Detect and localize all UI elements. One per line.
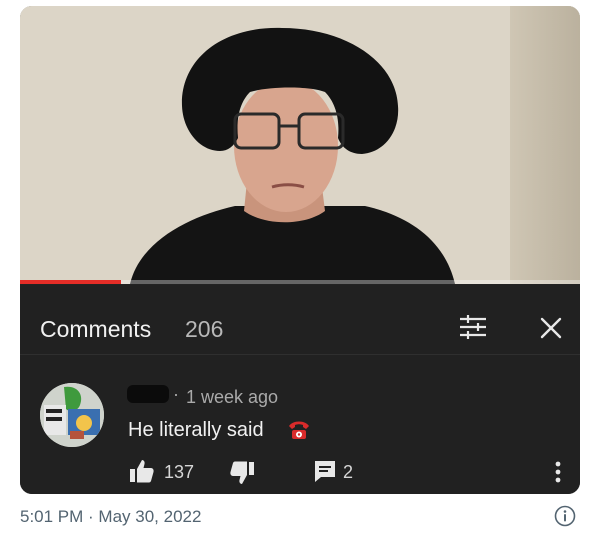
video-shadow bbox=[510, 6, 580, 284]
avatar[interactable] bbox=[40, 383, 104, 447]
video-player[interactable] bbox=[20, 6, 580, 284]
thumbs-up-icon[interactable] bbox=[128, 457, 156, 485]
author-name-redacted bbox=[127, 385, 169, 403]
comments-count: 206 bbox=[185, 316, 224, 342]
comment-item: · 1 week ago He literally said 137 2 bbox=[20, 377, 580, 494]
video-progress-bar[interactable] bbox=[20, 280, 580, 284]
telephone-icon bbox=[286, 417, 312, 443]
post-timestamp[interactable]: 5:01 PM · May 30, 2022 bbox=[20, 507, 201, 527]
meta-separator: · bbox=[173, 384, 179, 404]
comments-title: Comments bbox=[40, 316, 152, 342]
thumbs-down-icon[interactable] bbox=[228, 459, 256, 487]
like-count: 137 bbox=[164, 462, 195, 482]
comments-panel: Comments 206 · 1 week ago He literally s… bbox=[20, 285, 580, 494]
comment-time[interactable]: 1 week ago bbox=[186, 387, 278, 408]
comment-actions: 137 2 bbox=[20, 457, 580, 493]
reply-icon[interactable] bbox=[312, 458, 338, 484]
video-comment-screenshot: Comments 206 · 1 week ago He literally s… bbox=[20, 6, 580, 494]
more-options-icon[interactable] bbox=[552, 459, 564, 485]
close-icon[interactable] bbox=[536, 313, 566, 343]
video-frame bbox=[20, 6, 580, 284]
comment-text: He literally said bbox=[128, 419, 264, 441]
comments-header: Comments 206 bbox=[20, 285, 580, 355]
reply-count[interactable]: 2 bbox=[343, 462, 353, 483]
tune-icon[interactable] bbox=[456, 313, 490, 345]
info-icon[interactable] bbox=[554, 505, 576, 527]
video-progress-fill bbox=[20, 280, 121, 284]
